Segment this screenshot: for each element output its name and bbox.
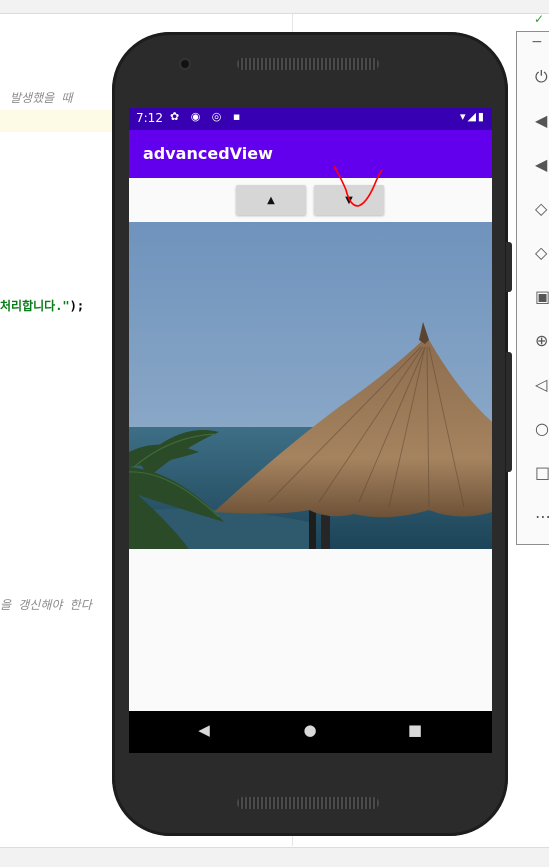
home-icon[interactable]: ○ (535, 418, 549, 440)
navigation-bar: ◀ ● ■ (129, 711, 492, 753)
front-camera (181, 60, 189, 68)
more-icon[interactable]: ⋯ (535, 506, 549, 528)
rotate-right-icon[interactable]: ◇ (535, 242, 549, 264)
rotate-left-icon[interactable]: ◇ (535, 198, 549, 220)
code-line: 처리합니다."); (0, 297, 84, 314)
power-icon[interactable]: ⏻ (535, 66, 549, 88)
screenshot-icon[interactable]: ▣ (535, 286, 549, 308)
back-icon[interactable]: ◁ (535, 374, 549, 396)
check-icon: ✓ (534, 12, 545, 26)
status-time: 7:12 (136, 111, 163, 125)
beach-hut-image (129, 222, 492, 549)
volume-down-icon[interactable]: ◀ (535, 154, 549, 176)
device-screen: 7:12 ✿ ◉ ◎ ▪ ▾◢▮ advancedView ▲ ▼ ◀ ● ■ (129, 108, 492, 753)
nav-home-icon[interactable]: ● (295, 721, 325, 739)
power-side-button[interactable] (506, 352, 512, 472)
phone-frame: 7:12 ✿ ◉ ◎ ▪ ▾◢▮ advancedView ▲ ▼ ◀ ● ■ (112, 32, 512, 836)
scroll-up-button[interactable]: ▲ (236, 185, 306, 215)
volume-up-icon[interactable]: ◀ (535, 110, 549, 132)
scroll-down-button[interactable]: ▼ (314, 185, 384, 215)
app-bar: advancedView (129, 130, 492, 178)
nav-back-icon[interactable]: ◀ (189, 721, 219, 739)
ide-top-bar (0, 0, 549, 14)
top-speaker (237, 58, 379, 70)
signal-battery-icons: ▾◢▮ (459, 110, 486, 123)
ide-bottom-bar (0, 847, 549, 867)
code-punct: ); (69, 299, 85, 313)
code-comment: 을 갱신해야 한다 (0, 598, 92, 612)
minimize-button[interactable]: − (531, 34, 543, 50)
app-title: advancedView (143, 144, 273, 163)
code-comment: 발생했을 때 (10, 91, 73, 105)
nav-recents-icon[interactable]: ■ (400, 721, 430, 739)
current-line-highlight (0, 110, 120, 132)
code-string: 처리합니다." (0, 299, 70, 313)
status-bar: 7:12 ✿ ◉ ◎ ▪ ▾◢▮ (129, 108, 492, 130)
notification-icons: ✿ ◉ ◎ ▪ (170, 110, 245, 123)
zoom-icon[interactable]: ⊕ (535, 330, 549, 352)
emulator-toolbar: − ⏻ ◀ ◀ ◇ ◇ ▣ ⊕ ◁ ○ □ ⋯ (516, 31, 549, 545)
overview-icon[interactable]: □ (535, 462, 549, 484)
volume-rocker[interactable] (506, 242, 512, 292)
bottom-speaker (237, 797, 379, 809)
